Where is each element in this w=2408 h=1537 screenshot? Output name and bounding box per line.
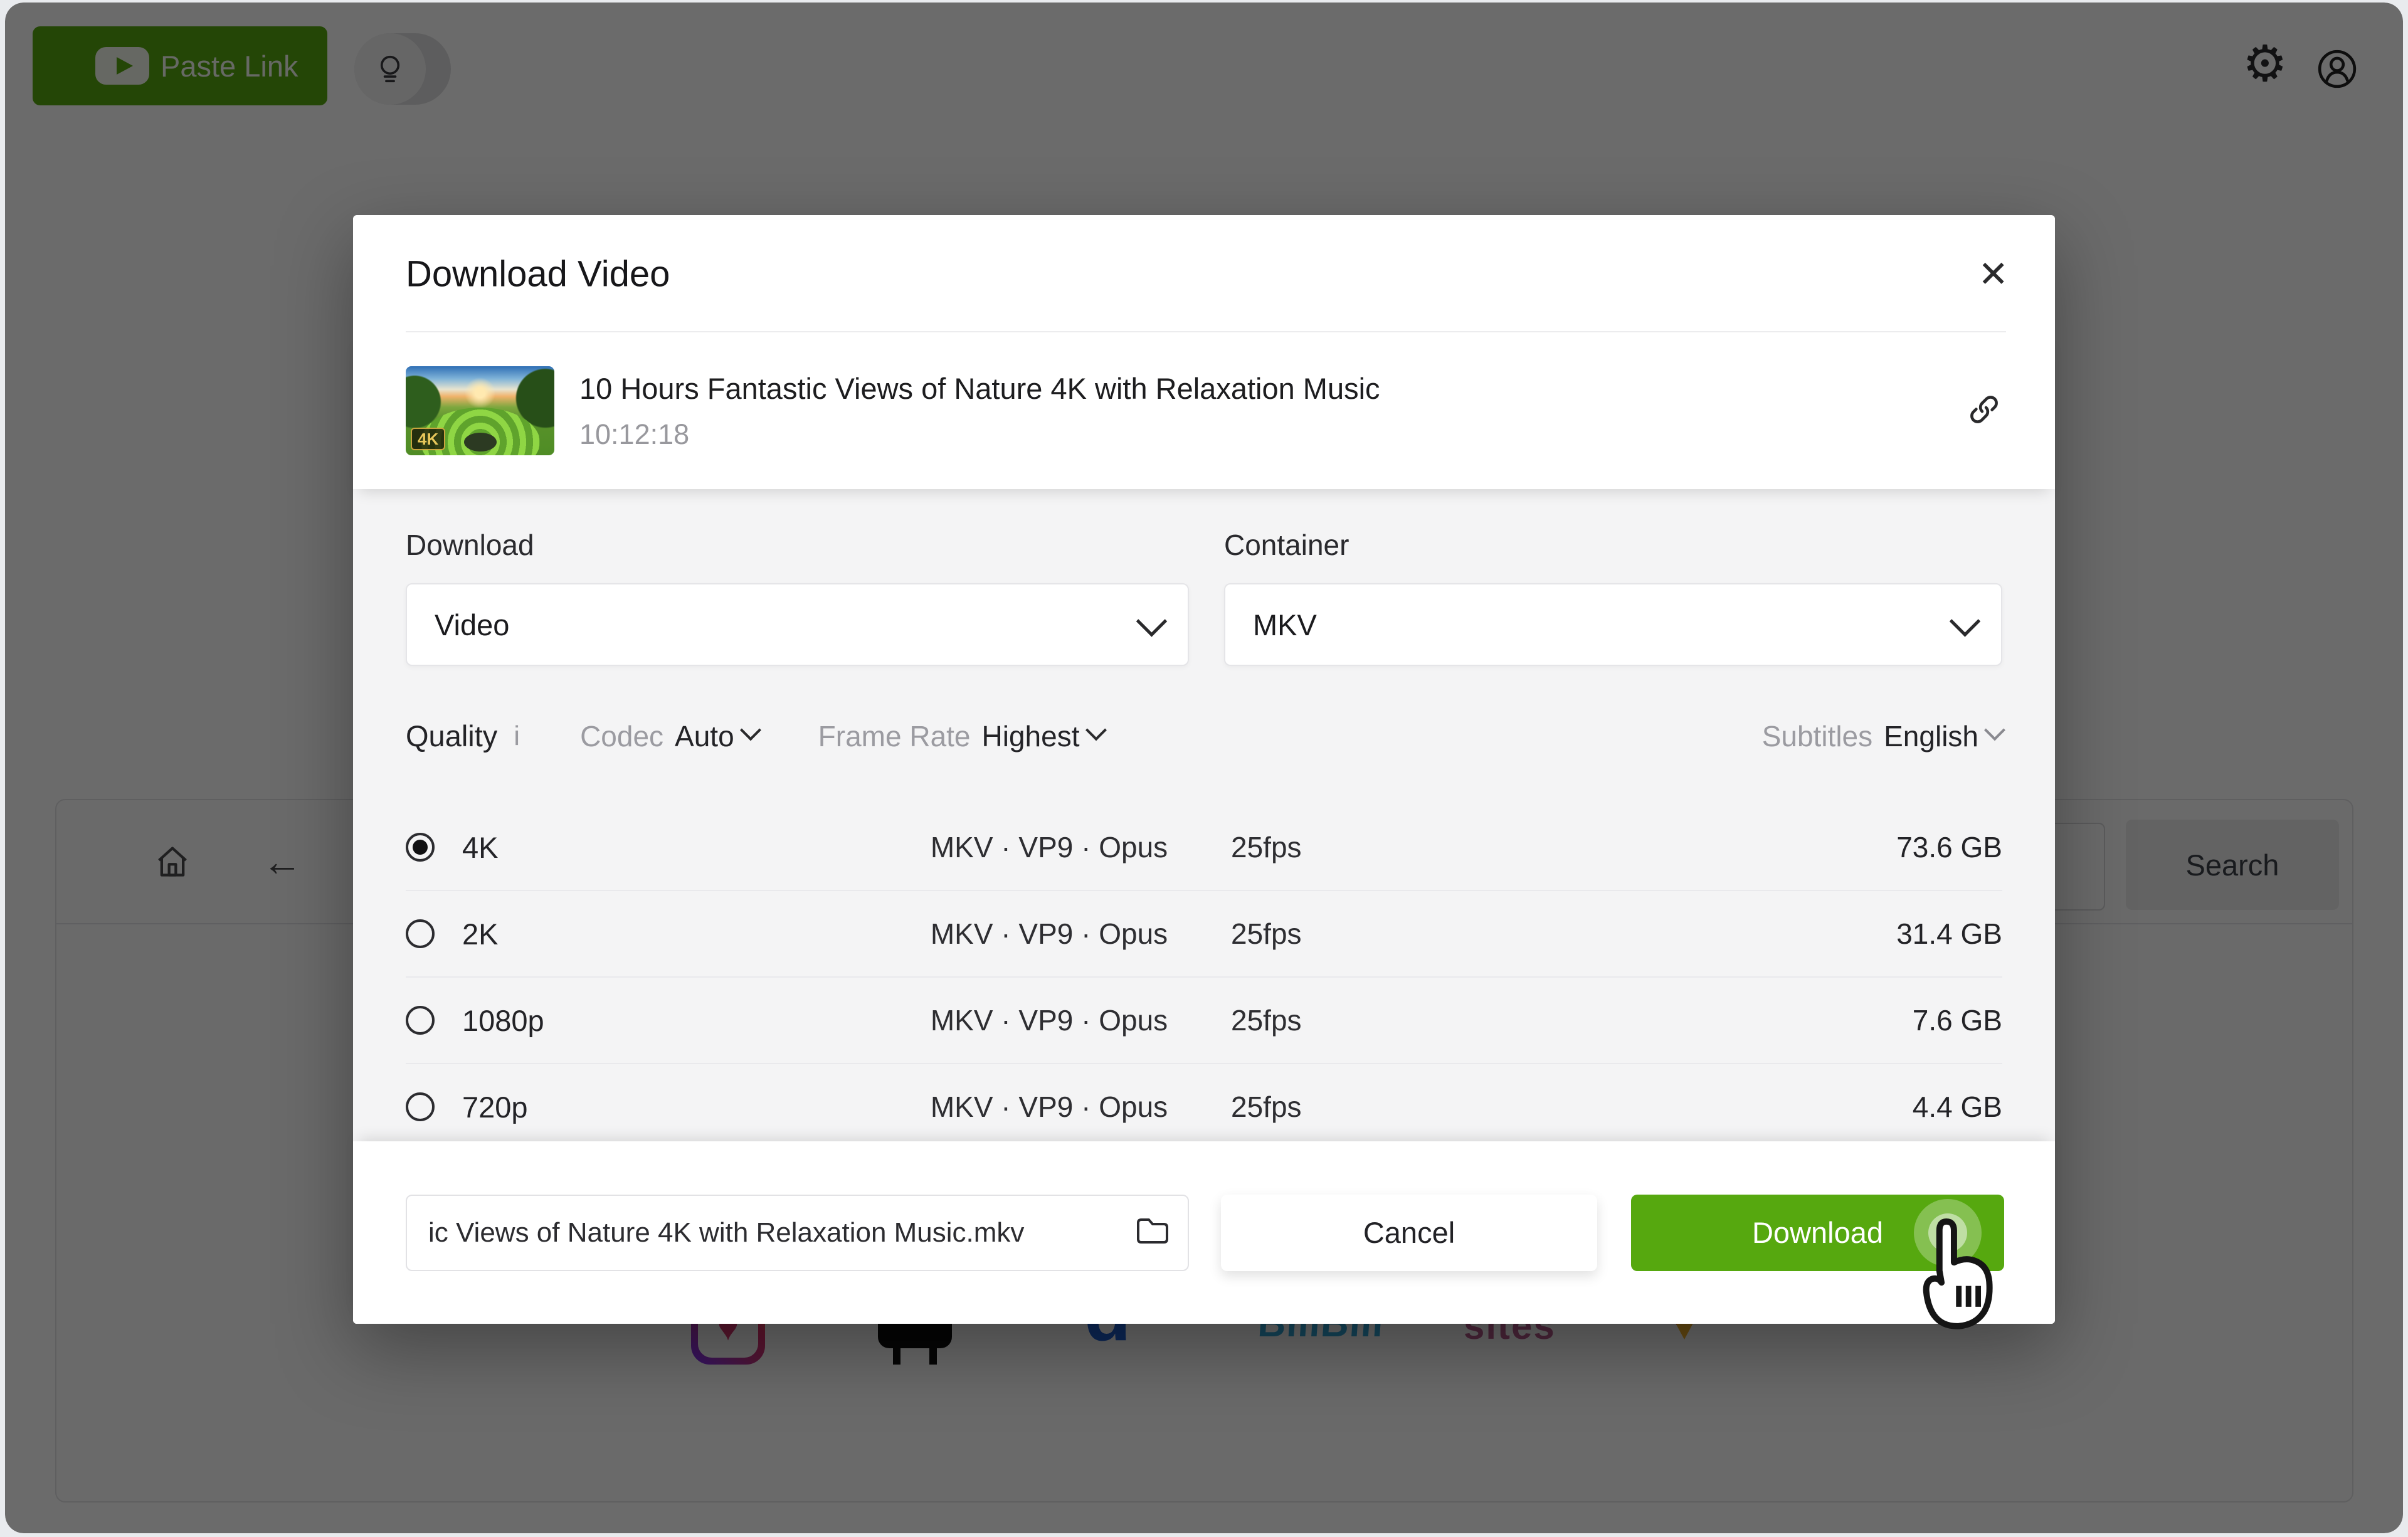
dialog-title: Download Video [406,253,670,295]
container-label: Container [1224,528,2002,562]
framerate-label: Frame Rate [818,719,971,753]
quality-size: 7.6 GB [1413,1003,2002,1037]
quality-format: MKV · VP9 · Opus [874,830,1225,864]
chevron-down-icon[interactable] [1984,719,2005,741]
source-link-icon[interactable] [1966,391,2002,431]
quality-row-720p[interactable]: 720p MKV · VP9 · Opus 25fps 4.4 GB [406,1063,2002,1141]
radio-icon[interactable] [406,919,435,948]
video-title: 10 Hours Fantastic Views of Nature 4K wi… [579,371,1380,406]
subtitles-value[interactable]: English [1884,719,1978,753]
chevron-down-icon[interactable] [740,719,761,741]
subtitles-label: Subtitles [1762,719,1872,753]
video-meta: 10 Hours Fantastic Views of Nature 4K wi… [579,371,1380,451]
quality-fps: 25fps [1225,830,1413,864]
quality-fps: 25fps [1225,1003,1413,1037]
quality-size: 73.6 GB [1413,830,2002,864]
quality-fps: 25fps [1225,1090,1413,1124]
dialog-header: Download Video ✕ [353,215,2055,332]
quality-info-icon[interactable]: i [514,721,520,752]
download-video-dialog: Download Video ✕ 4K 10 Hours Fantastic V… [353,215,2055,1324]
folder-icon[interactable] [1135,1215,1170,1250]
cancel-button[interactable]: Cancel [1221,1195,1597,1271]
container-value: MKV [1253,608,1317,642]
quality-fps: 25fps [1225,917,1413,951]
quality-format: MKV · VP9 · Opus [874,1003,1225,1037]
quality-label: Quality [406,719,497,753]
radio-icon[interactable] [406,1006,435,1035]
quality-row-4k[interactable]: 4K MKV · VP9 · Opus 25fps 73.6 GB [406,805,2002,890]
download-label: Download [1752,1215,1883,1250]
hand-cursor-icon [1920,1215,2002,1338]
download-type-value: Video [435,608,509,642]
cancel-label: Cancel [1363,1215,1455,1250]
quality-row-2k[interactable]: 2K MKV · VP9 · Opus 25fps 31.4 GB [406,890,2002,976]
thumbnail-4k-badge: 4K [411,428,445,450]
quality-name: 4K [462,830,874,865]
filename-text: ic Views of Nature 4K with Relaxation Mu… [428,1217,1135,1249]
quality-list: 4K MKV · VP9 · Opus 25fps 73.6 GB 2K MKV… [406,805,2002,1141]
filename-field[interactable]: ic Views of Nature 4K with Relaxation Mu… [406,1195,1189,1271]
video-thumbnail: 4K [406,366,554,455]
quality-format: MKV · VP9 · Opus [874,1090,1225,1124]
quality-name: 1080p [462,1003,874,1038]
codec-value[interactable]: Auto [675,719,734,753]
video-info-row: 4K 10 Hours Fantastic Views of Nature 4K… [353,332,2055,489]
radio-selected-icon[interactable] [406,833,435,862]
radio-icon[interactable] [406,1092,435,1121]
app-screenshot: Paste Link ⚙ [0,0,2408,1537]
quality-size: 31.4 GB [1413,917,2002,951]
quality-format: MKV · VP9 · Opus [874,917,1225,951]
chevron-down-icon [1950,606,1980,636]
quality-row-1080p[interactable]: 1080p MKV · VP9 · Opus 25fps 7.6 GB [406,976,2002,1063]
quality-size: 4.4 GB [1413,1090,2002,1124]
close-icon[interactable]: ✕ [1978,253,2009,295]
container-select[interactable]: MKV [1224,583,2002,666]
download-label: Download [406,528,1189,562]
download-type-select[interactable]: Video [406,583,1189,666]
quality-name: 720p [462,1090,874,1124]
framerate-value[interactable]: Highest [982,719,1080,753]
quality-name: 2K [462,917,874,951]
codec-label: Codec [580,719,663,753]
chevron-down-icon [1136,606,1167,636]
chevron-down-icon[interactable] [1085,719,1107,741]
dialog-body: Download Container Video MKV Quality i C… [353,489,2055,1141]
dialog-footer: ic Views of Nature 4K with Relaxation Mu… [353,1141,2055,1324]
video-duration: 10:12:18 [579,418,1380,451]
